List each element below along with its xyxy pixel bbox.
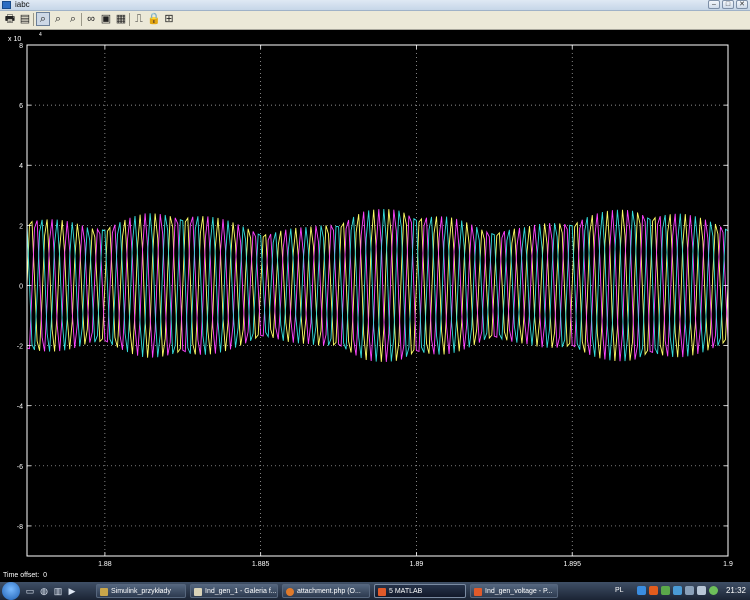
taskbar-item-matlab[interactable]: 5 MATLAB (374, 584, 466, 598)
x-tick-label: 1.89 (410, 561, 424, 568)
window-controls: – □ ✕ (708, 0, 748, 9)
y-tick-label: 8 (19, 43, 23, 50)
tray-help-icon[interactable] (637, 586, 646, 595)
taskbar-item-attachment[interactable]: attachment.php (O... (282, 584, 370, 598)
x-tick-label: 1.885 (252, 561, 270, 568)
system-tray: PL 21:32 (615, 582, 750, 600)
binoculars-icon[interactable]: ∞ (84, 12, 98, 26)
save-axes-icon[interactable]: ▣ (99, 12, 113, 26)
scope-plot: -8 -6 -4 -2 0 2 4 6 8 1.88 1.885 1.89 1.895 1.9 x 10 … (0, 30, 750, 570)
params-icon[interactable]: ▤ (18, 12, 32, 26)
close-button[interactable]: ✕ (736, 0, 748, 9)
tray-monitor-icon[interactable] (685, 586, 694, 595)
tray-status-icon[interactable] (709, 586, 718, 595)
exponent-label: x 10 (8, 36, 21, 43)
taskbar: ▭ ◍ ▥ ▶ Simulink_przykłady Ind_gen_1 - G… (0, 582, 750, 600)
toolbar-separator (33, 13, 34, 26)
zoom-y-icon[interactable]: ⌕ (66, 12, 80, 26)
quicklaunch-browser-icon[interactable]: ◍ (38, 585, 50, 597)
zoom-icon[interactable]: ⌕ (36, 12, 50, 26)
zoom-x-icon[interactable]: ⌕ (51, 12, 65, 26)
taskbar-item-simulink[interactable]: Simulink_przykłady (96, 584, 186, 598)
taskbar-item-ind-gen-voltage[interactable]: Ind_gen_voltage - P... (470, 584, 558, 598)
y-tick-label: -4 (17, 404, 23, 411)
quicklaunch-desktop-icon[interactable]: ▭ (24, 585, 36, 597)
quicklaunch-switch-icon[interactable]: ▥ (52, 585, 64, 597)
quicklaunch-media-icon[interactable]: ▶ (66, 585, 78, 597)
volume-icon[interactable] (697, 586, 706, 595)
y-tick-label: 0 (19, 283, 23, 290)
matlab-icon (378, 588, 386, 596)
time-offset: Time offset: 0 (3, 571, 47, 581)
y-tick-label: 6 (19, 103, 23, 110)
language-indicator[interactable]: PL (615, 582, 624, 600)
app-icon (2, 1, 11, 9)
maximize-button[interactable]: □ (722, 0, 734, 9)
restore-axes-icon[interactable]: ▦ (114, 12, 128, 26)
toolbar-separator (129, 13, 130, 26)
y-tick-label: -6 (17, 464, 23, 471)
lock-icon[interactable]: 🔒 (147, 12, 161, 26)
title-bar: iabc – □ ✕ (0, 0, 750, 11)
minimize-button[interactable]: – (708, 0, 720, 9)
y-tick-label: 2 (19, 223, 23, 230)
y-tick-label: -8 (17, 524, 23, 531)
folder-icon (100, 588, 108, 596)
toolbar-separator (81, 13, 82, 26)
folder-icon (194, 588, 202, 596)
status-bar: Time offset: 0 (0, 570, 750, 582)
scope-toolbar: 🖶 ▤ ⌕ ⌕ ⌕ ∞ ▣ ▦ ⎍ 🔒 ⊞ (0, 11, 750, 30)
tray-security-icon[interactable] (661, 586, 670, 595)
x-tick-label: 1.895 (563, 561, 581, 568)
taskbar-item-galeria[interactable]: Ind_gen_1 - Galeria f... (190, 584, 278, 598)
browser-icon (286, 588, 294, 596)
time-offset-value: 0 (43, 572, 47, 579)
x-tick-label: 1.88 (98, 561, 112, 568)
exponent-power: 4 (39, 32, 42, 38)
window-title: iabc (15, 0, 30, 9)
clock: 21:32 (725, 586, 746, 595)
tray-app-icon[interactable] (649, 586, 658, 595)
signal-selection-icon[interactable]: ⊞ (162, 12, 176, 26)
y-tick-label: -2 (17, 344, 23, 351)
y-tick-label: 4 (19, 163, 23, 170)
matlab-icon (474, 588, 482, 596)
x-tick-label: 1.9 (723, 561, 733, 568)
start-button[interactable] (2, 582, 20, 600)
tray-network-icon[interactable] (673, 586, 682, 595)
floating-scope-icon[interactable]: ⎍ (132, 12, 146, 26)
time-offset-label: Time offset: (3, 572, 40, 579)
print-icon[interactable]: 🖶 (3, 12, 17, 26)
scope-chart[interactable]: -8-6-4-2024681.88 1.885 1.89 1.895 1.9 x 10 … (0, 30, 750, 570)
